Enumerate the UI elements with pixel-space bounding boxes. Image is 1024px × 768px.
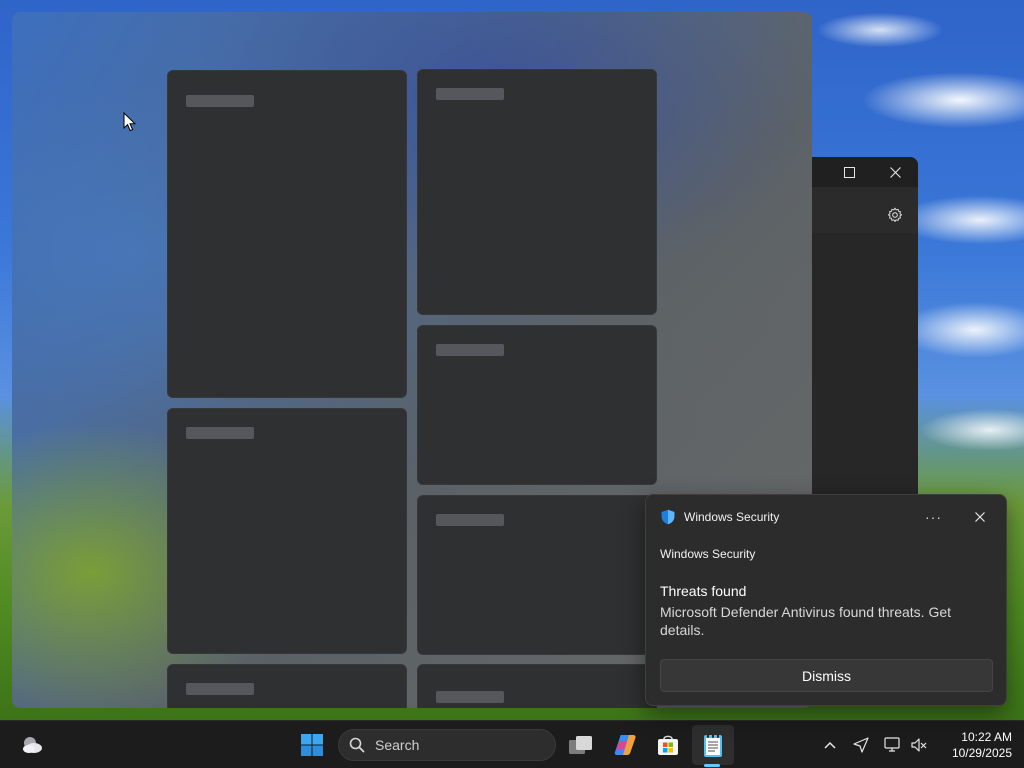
widget-title-placeholder xyxy=(436,514,504,526)
dismiss-button[interactable]: Dismiss xyxy=(660,659,993,692)
window-titlebar xyxy=(812,157,918,187)
toast-app-name: Windows Security xyxy=(684,510,780,524)
widget-card[interactable] xyxy=(167,70,407,398)
security-notification-toast[interactable]: Windows Security ··· Windows Security Th… xyxy=(645,494,1007,706)
widget-title-placeholder xyxy=(186,95,254,107)
task-view-button[interactable] xyxy=(565,729,597,761)
widget-card[interactable] xyxy=(417,69,657,315)
search-label: Search xyxy=(375,737,420,753)
location-arrow-icon xyxy=(853,737,869,753)
background-app-window xyxy=(812,157,918,497)
task-view-icon xyxy=(569,736,592,754)
network-tray-button[interactable] xyxy=(883,735,903,755)
toast-body: Microsoft Defender Antivirus found threa… xyxy=(660,604,952,638)
speaker-muted-icon xyxy=(911,738,927,752)
widget-card[interactable] xyxy=(167,408,407,654)
widget-card[interactable] xyxy=(417,495,657,655)
widget-card[interactable] xyxy=(417,664,657,708)
maximize-icon xyxy=(843,166,855,178)
notepad-button[interactable] xyxy=(697,729,729,761)
chevron-up-icon xyxy=(824,741,836,749)
widget-card[interactable] xyxy=(417,325,657,485)
maximize-button[interactable] xyxy=(826,157,872,187)
toast-attribution: Windows Security xyxy=(660,547,756,561)
widget-title-placeholder xyxy=(436,88,504,100)
location-tray-button[interactable] xyxy=(851,735,871,755)
clock-time: 10:22 AM xyxy=(961,730,1012,744)
settings-button[interactable] xyxy=(884,207,906,255)
widget-title-placeholder xyxy=(436,691,504,703)
taskbar: Search 10:22 AM 10/29/2025 xyxy=(0,720,1024,768)
window-content xyxy=(812,233,918,497)
volume-tray-button[interactable] xyxy=(909,735,929,755)
window-close-button[interactable] xyxy=(872,157,918,187)
mouse-pointer-icon xyxy=(123,112,137,132)
ethernet-icon xyxy=(884,737,900,752)
weather-widget-button[interactable] xyxy=(16,729,48,761)
close-icon xyxy=(975,512,985,522)
widget-card[interactable] xyxy=(167,664,407,708)
widget-title-placeholder xyxy=(436,344,504,356)
toast-close-button[interactable] xyxy=(974,510,986,528)
widget-title-placeholder xyxy=(186,683,254,695)
notepad-icon xyxy=(704,733,722,757)
window-toolbar xyxy=(812,187,918,233)
cloud-icon xyxy=(23,737,42,753)
microsoft-store-icon xyxy=(658,735,678,755)
microsoft-store-button[interactable] xyxy=(652,729,684,761)
active-app-indicator xyxy=(704,764,720,767)
show-hidden-icons-button[interactable] xyxy=(820,735,840,755)
windows-logo-icon xyxy=(301,734,323,756)
search-icon xyxy=(349,737,365,753)
toast-title: Threats found xyxy=(660,583,747,599)
close-icon xyxy=(889,166,901,178)
clock[interactable]: 10:22 AM 10/29/2025 xyxy=(938,729,1012,761)
clock-date: 10/29/2025 xyxy=(951,746,1012,760)
taskbar-search-box[interactable]: Search xyxy=(338,729,556,761)
more-options-button[interactable]: ··· xyxy=(925,508,942,526)
gear-icon xyxy=(887,207,903,222)
windows-security-shield-icon xyxy=(661,509,675,525)
start-button[interactable] xyxy=(296,729,328,761)
copilot-button[interactable] xyxy=(609,729,641,761)
copilot-icon xyxy=(614,735,636,755)
toast-header: Windows Security ··· xyxy=(660,508,992,526)
widget-title-placeholder xyxy=(186,427,254,439)
